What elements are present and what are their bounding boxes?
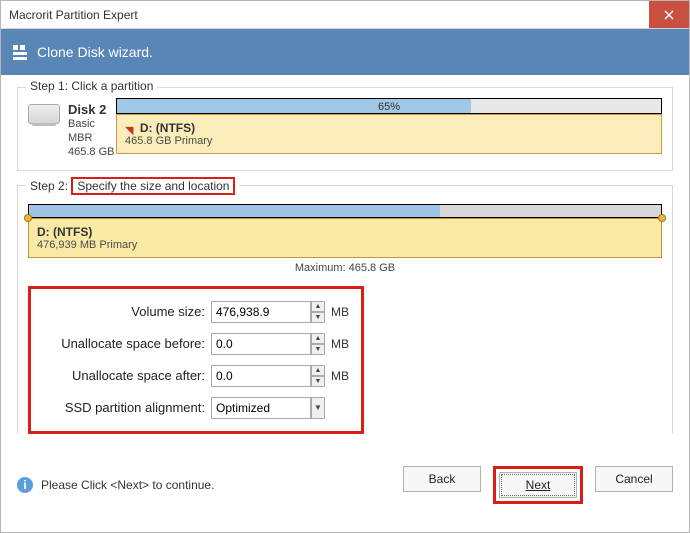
before-up[interactable]: ▲ — [311, 333, 325, 344]
resize-part-name: D: (NTFS) — [37, 225, 653, 239]
usage-pct: 65% — [117, 99, 661, 115]
disk-type: Basic MBR — [68, 118, 116, 146]
partition-panel: ◥ D: (NTFS) 465.8 GB Primary — [116, 114, 662, 154]
back-button[interactable]: Back — [403, 466, 481, 492]
maximum-label: Maximum: 465.8 GB — [28, 262, 662, 274]
cancel-button[interactable]: Cancel — [595, 466, 673, 492]
resize-handle-right[interactable] — [658, 214, 666, 222]
resize-bar[interactable]: D: (NTFS) 476,939 MB Primary — [28, 204, 662, 258]
before-down[interactable]: ▼ — [311, 344, 325, 355]
partition-detail: 465.8 GB Primary — [125, 135, 653, 147]
window-title: Macrorit Partition Expert — [9, 8, 138, 22]
close-icon — [664, 10, 674, 20]
partition-visual[interactable]: 65% ◥ D: (NTFS) 465.8 GB Primary — [116, 98, 662, 160]
footer-hint: Please Click <Next> to continue. — [41, 478, 395, 492]
step1-legend: Step 1: Click a partition — [26, 79, 157, 93]
resize-partition: D: (NTFS) 476,939 MB Primary — [28, 218, 662, 258]
before-label: Unallocate space before: — [41, 336, 211, 351]
partition-name: D: (NTFS) — [140, 121, 195, 135]
vol-size-down[interactable]: ▼ — [311, 312, 325, 323]
flag-icon: ◥ — [125, 124, 133, 137]
align-label: SSD partition alignment: — [41, 400, 211, 415]
info-icon: i — [17, 477, 33, 493]
vol-size-input[interactable] — [211, 301, 311, 323]
after-unit: MB — [331, 369, 349, 383]
after-input[interactable] — [211, 365, 311, 387]
disk-name: Disk 2 — [68, 102, 116, 118]
step2-legend: Step 2: Specify the size and location — [26, 177, 239, 195]
wizard-icon — [13, 45, 27, 60]
title-bar: Macrorit Partition Expert — [1, 1, 689, 29]
resize-handle-left[interactable] — [24, 214, 32, 222]
resize-fill — [29, 205, 440, 217]
align-select[interactable] — [211, 397, 311, 419]
vol-size-label: Volume size: — [41, 304, 211, 319]
next-button[interactable]: Next — [499, 472, 577, 498]
disk-icon — [28, 104, 60, 124]
footer: i Please Click <Next> to continue. Back … — [1, 456, 689, 504]
step2-group: Step 2: Specify the size and location D:… — [17, 185, 673, 434]
vol-size-up[interactable]: ▲ — [311, 301, 325, 312]
wizard-page: Step 1: Click a partition Disk 2 Basic M… — [1, 75, 689, 456]
close-button[interactable] — [649, 1, 689, 28]
disk-size: 465.8 GB — [68, 146, 116, 160]
step1-group: Step 1: Click a partition Disk 2 Basic M… — [17, 87, 673, 171]
after-up[interactable]: ▲ — [311, 365, 325, 376]
wizard-title: Clone Disk wizard. — [37, 44, 153, 60]
after-label: Unallocate space after: — [41, 368, 211, 383]
align-dropdown-button[interactable]: ▼ — [311, 397, 325, 419]
resize-part-detail: 476,939 MB Primary — [37, 239, 653, 251]
size-form: Volume size: ▲ ▼ MB Unallocate space bef… — [28, 286, 364, 434]
usage-bar: 65% — [116, 98, 662, 114]
before-unit: MB — [331, 337, 349, 351]
after-down[interactable]: ▼ — [311, 376, 325, 387]
before-input[interactable] — [211, 333, 311, 355]
wizard-header: Clone Disk wizard. — [1, 29, 689, 75]
vol-size-unit: MB — [331, 305, 349, 319]
